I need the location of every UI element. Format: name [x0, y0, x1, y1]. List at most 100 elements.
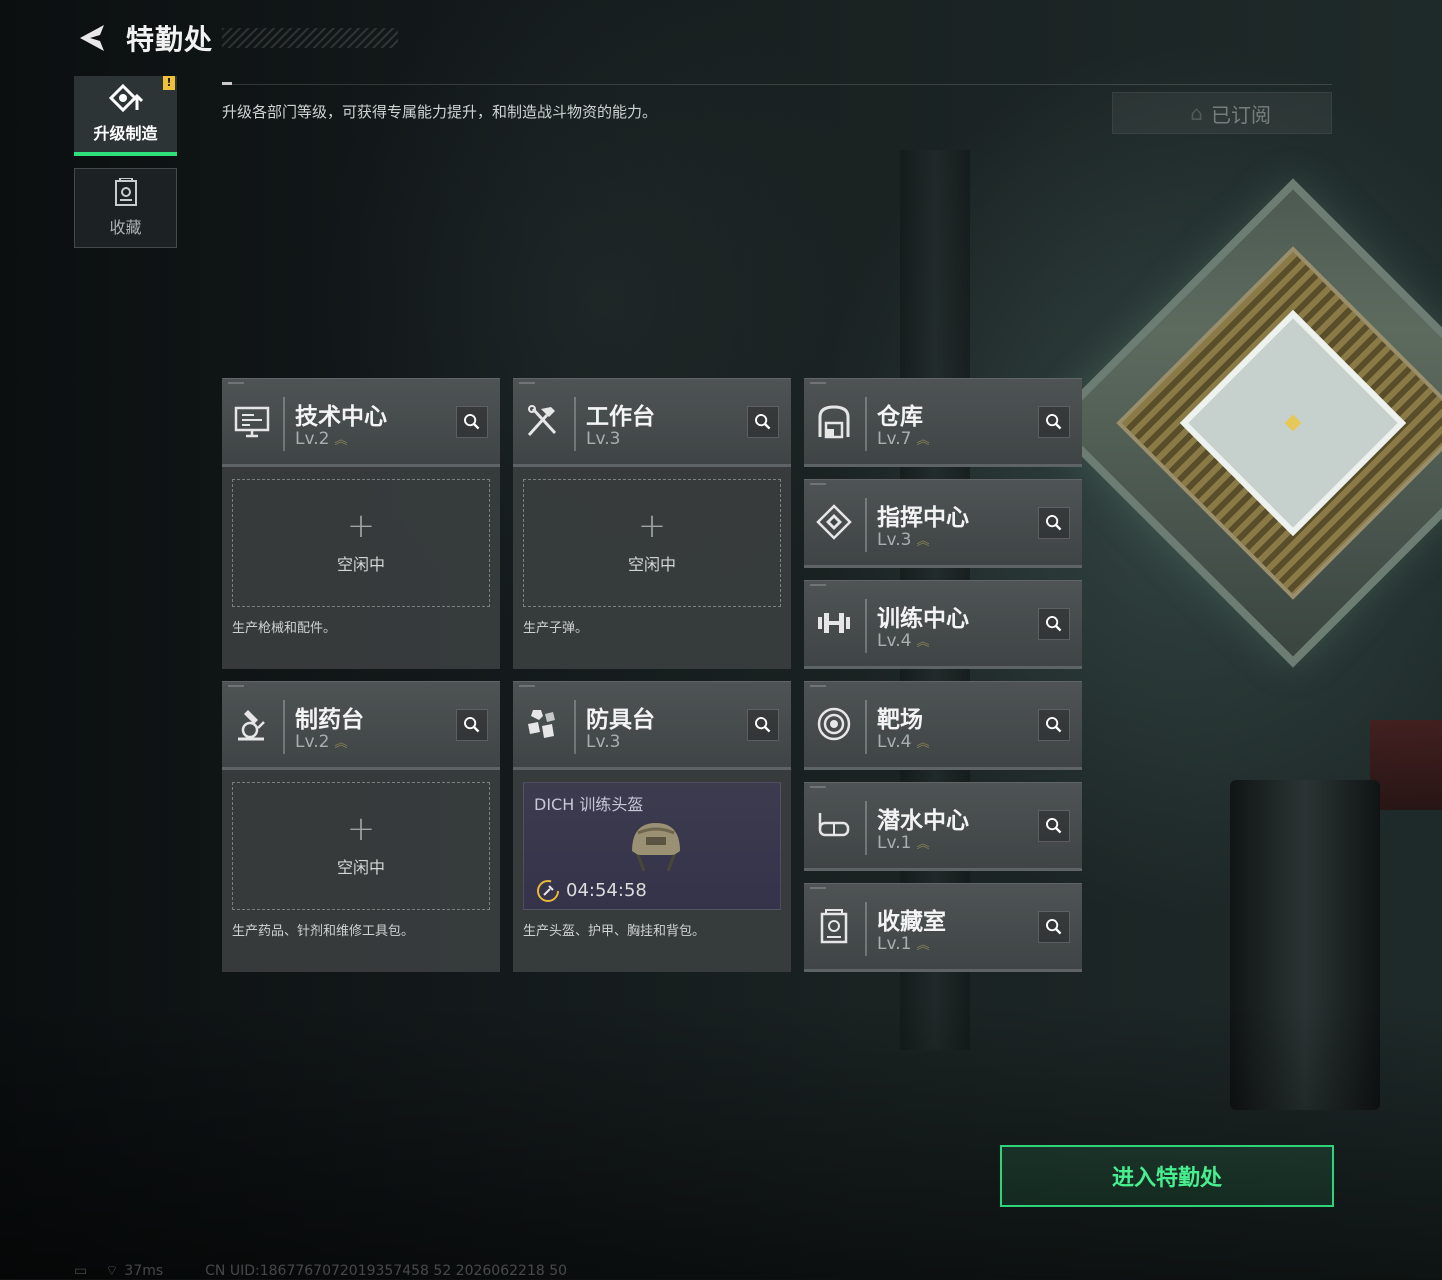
- search-icon[interactable]: [1038, 810, 1070, 842]
- cube-dot: [1284, 414, 1302, 432]
- level-text: Lv.2: [295, 732, 330, 752]
- plus-icon: +: [346, 809, 376, 849]
- search-icon[interactable]: [1038, 608, 1070, 640]
- dept-card-warehouse[interactable]: 仓库 Lv.7 ︽: [804, 378, 1082, 467]
- card-tick: [810, 786, 826, 788]
- search-icon[interactable]: [1038, 507, 1070, 539]
- dumbbell-icon: [818, 613, 850, 633]
- level-text: Lv.1: [877, 934, 912, 954]
- level-chevron-icon: ︽: [916, 534, 930, 549]
- dept-card-training-center[interactable]: 训练中心 Lv.4 ︽: [804, 580, 1082, 669]
- search-icon[interactable]: [456, 709, 488, 741]
- plus-icon: +: [346, 506, 376, 546]
- dept-card-collection-room[interactable]: 收藏室 Lv.1 ︽: [804, 883, 1082, 972]
- dept-description: 生产头盔、护甲、胸挂和背包。: [523, 924, 706, 939]
- tab-label: 升级制造: [93, 124, 158, 143]
- search-icon[interactable]: [747, 709, 779, 741]
- production-slot-active[interactable]: DICH 训练头盔 04:54:58: [523, 782, 781, 910]
- dept-body-workbench: + 空闲中 生产子弹。: [513, 467, 791, 669]
- dept-card-shooting-range[interactable]: 靶场 Lv.4 ︽: [804, 681, 1082, 770]
- card-divider: [865, 801, 867, 855]
- production-slot[interactable]: + 空闲中: [232, 782, 490, 910]
- card-tick: [228, 382, 244, 384]
- card-tick: [810, 685, 826, 687]
- warehouse-icon: [818, 405, 850, 439]
- dept-name: 工作台: [586, 404, 655, 430]
- card-divider: [283, 397, 285, 451]
- dept-level: Lv.2 ︽: [295, 732, 347, 752]
- search-icon[interactable]: [456, 406, 488, 438]
- level-text: Lv.7: [877, 429, 912, 449]
- dept-card-tech-center[interactable]: 技术中心 Lv.2 ︽: [222, 378, 500, 467]
- search-icon[interactable]: [1038, 709, 1070, 741]
- back-arrow-icon[interactable]: [74, 22, 108, 54]
- level-text: Lv.2: [295, 429, 330, 449]
- card-divider: [865, 397, 867, 451]
- collection-room-icon: [820, 909, 848, 944]
- card-tick: [810, 887, 826, 889]
- card-tick: [810, 483, 826, 485]
- dept-card-diving-center[interactable]: 潜水中心 Lv.1 ︽: [804, 782, 1082, 871]
- level-text: Lv.4: [877, 732, 912, 752]
- armor-icon: [528, 710, 555, 738]
- upgrade-icon: [108, 84, 143, 113]
- dept-name: 制药台: [295, 707, 364, 733]
- level-text: Lv.3: [877, 530, 912, 550]
- card-divider: [283, 700, 285, 754]
- card-tick: [228, 685, 244, 687]
- collection-icon: [114, 178, 137, 206]
- enter-special-ops-button[interactable]: 进入特勤处: [1000, 1145, 1334, 1207]
- level-chevron-icon: ︽: [916, 736, 930, 751]
- card-divider: [865, 700, 867, 754]
- level-text: Lv.3: [586, 429, 621, 449]
- level-chevron-icon: ︽: [916, 433, 930, 448]
- tab-collection[interactable]: 收藏: [74, 168, 177, 248]
- dept-card-pharmacy[interactable]: 制药台 Lv.2 ︽: [222, 681, 500, 770]
- dept-level: Lv.3 ︽: [877, 530, 929, 550]
- status-footer: ▭ ⌔ 37ms CN UID:1867767072019357458 52 2…: [74, 1262, 567, 1280]
- search-icon[interactable]: [1038, 911, 1070, 943]
- dept-description: 生产药品、针剂和维修工具包。: [232, 924, 415, 939]
- dept-body-pharmacy: + 空闲中 生产药品、针剂和维修工具包。: [222, 770, 500, 972]
- dept-level: Lv.1 ︽: [877, 934, 929, 954]
- level-chevron-icon: ︽: [334, 736, 348, 751]
- dept-name: 仓库: [877, 404, 923, 430]
- dept-card-command-center[interactable]: 指挥中心 Lv.3 ︽: [804, 479, 1082, 568]
- level-chevron-icon: ︽: [916, 837, 930, 852]
- tab-label: 收藏: [109, 218, 142, 237]
- dept-level: Lv.4 ︽: [877, 732, 929, 752]
- header-divider-mark: [222, 82, 232, 85]
- user-uid: CN UID:1867767072019357458 52 2026062218…: [205, 1263, 568, 1279]
- production-slot[interactable]: + 空闲中: [523, 479, 781, 607]
- slot-status: 空闲中: [336, 858, 385, 877]
- level-chevron-icon: ︽: [916, 938, 930, 953]
- dept-card-armor-bench[interactable]: 防具台 Lv.3: [513, 681, 791, 770]
- level-text: Lv.4: [877, 631, 912, 651]
- tab-upgrade-craft[interactable]: ! 升级制造: [74, 76, 177, 156]
- subscribed-button[interactable]: ⌂ 已订阅: [1112, 92, 1332, 134]
- dept-card-workbench[interactable]: 工作台 Lv.3: [513, 378, 791, 467]
- card-divider: [574, 397, 576, 451]
- search-icon[interactable]: [1038, 406, 1070, 438]
- search-icon[interactable]: [747, 406, 779, 438]
- level-chevron-icon: ︽: [334, 433, 348, 448]
- dept-name: 潜水中心: [877, 808, 969, 834]
- production-slot[interactable]: + 空闲中: [232, 479, 490, 607]
- dept-level: Lv.7 ︽: [877, 429, 929, 449]
- level-text: Lv.3: [586, 732, 621, 752]
- dept-name: 技术中心: [295, 404, 387, 430]
- plus-icon: +: [637, 506, 667, 546]
- dept-body-armor-bench: DICH 训练头盔 04:54:58 生产头盔、护甲、胸挂和背包。: [513, 770, 791, 972]
- card-tick: [519, 382, 535, 384]
- diving-icon: [818, 813, 850, 837]
- monitor-icon: [234, 406, 270, 438]
- page-title: 特勤处: [126, 23, 214, 56]
- wrench-timer-icon: [537, 880, 559, 902]
- target-icon: [817, 707, 851, 741]
- title-decoration: [222, 28, 398, 48]
- dept-name: 训练中心: [877, 606, 969, 632]
- dept-body-tech-center: + 空闲中 生产枪械和配件。: [222, 467, 500, 669]
- background-floor: [0, 1000, 1442, 1279]
- tools-icon: [527, 405, 557, 437]
- subscribed-label: 已订阅: [1211, 102, 1271, 127]
